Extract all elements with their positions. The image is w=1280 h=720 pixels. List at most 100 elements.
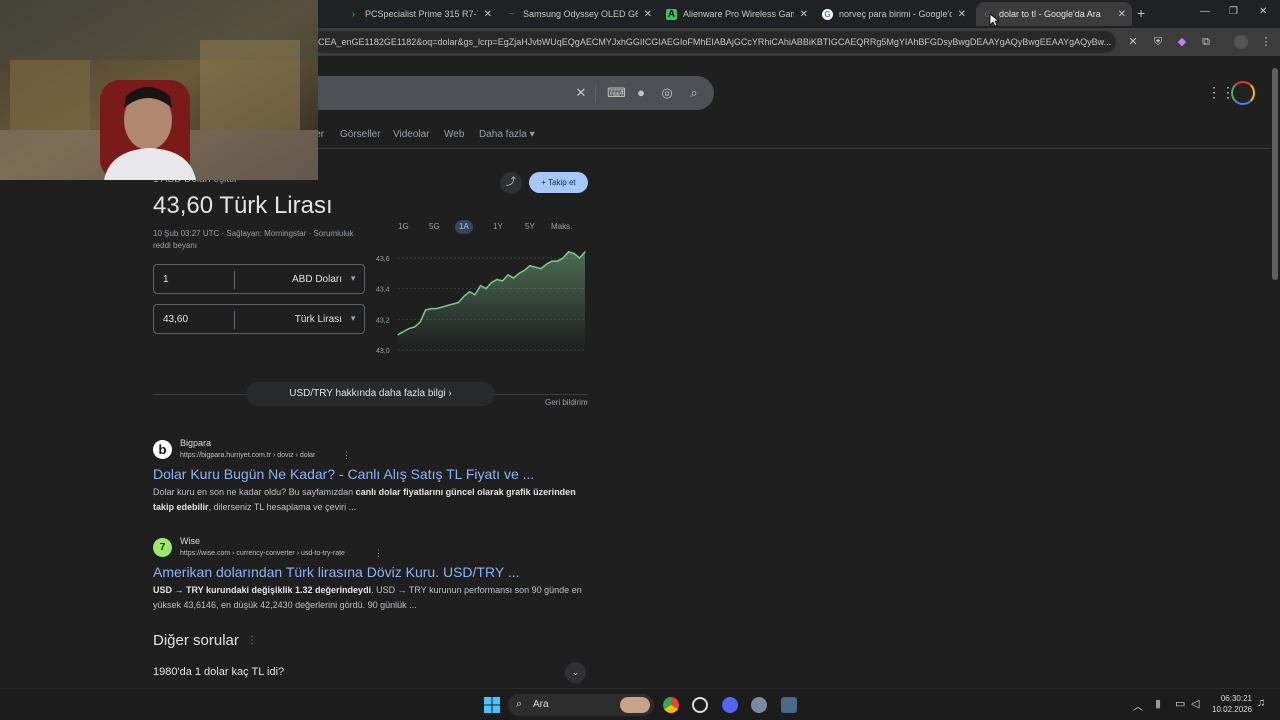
to-currency-field[interactable]: 43,60 Türk Lirası ▼ [153, 304, 365, 334]
new-tab-button[interactable]: + [1137, 5, 1145, 21]
profile-avatar[interactable] [1234, 35, 1248, 49]
chart-point [578, 257, 581, 259]
tab-images[interactable]: Görseller [340, 129, 381, 140]
to-amount-input[interactable]: 43,60 [163, 314, 188, 325]
other-questions-heading: Diğer sorular [153, 632, 239, 649]
tab-pcspecialist[interactable]: › PCSpecialist Prime 315 R7-7/16 ✕ [342, 2, 498, 26]
microphone-icon[interactable]: ● [634, 86, 648, 100]
from-currency-field[interactable]: 1 ABD Doları ▼ [153, 264, 365, 294]
exchange-rate-chart[interactable]: 43,6 43,4 43,2 43,0 [372, 246, 590, 356]
meta-line: 10 Şub 03:27 UTC · Sağlayan: Morningstar… [153, 229, 354, 238]
discord-icon[interactable] [722, 697, 738, 713]
extensions-puzzle-icon[interactable]: ⧉ [1199, 35, 1213, 49]
microphone-icon[interactable]: ▮ [1155, 697, 1161, 710]
tab-dolar-to-tl[interactable]: ◌ dolar to tl - Google'da Ara ✕ [976, 2, 1132, 26]
divider [234, 311, 235, 329]
obs-icon[interactable] [692, 697, 708, 713]
result-snippet: USD → TRY kurundaki değişiklik 1.32 değe… [153, 585, 582, 610]
close-icon[interactable]: ✕ [800, 9, 808, 20]
range-5d[interactable]: 5G [425, 220, 444, 234]
from-currency-select[interactable]: ABD Doları [292, 274, 342, 285]
network-icon[interactable]: ▭ [1175, 697, 1185, 710]
scrollbar[interactable] [1270, 56, 1280, 688]
calculator-icon[interactable] [781, 697, 797, 713]
site-name: Bigpara [180, 438, 212, 448]
shield-icon[interactable]: ⛨ [1151, 35, 1165, 49]
chevron-down-icon[interactable]: ⌄ [565, 662, 586, 683]
tab-norvec[interactable]: G norveç para birimi - Google'da ✕ [816, 2, 972, 26]
chrome-icon[interactable] [663, 697, 679, 713]
webcam-overlay [0, 0, 318, 180]
follow-button[interactable]: + Takip et [529, 172, 588, 193]
google-favicon-icon: G [822, 8, 833, 20]
menu-kebab-icon[interactable]: ⋮ [1259, 35, 1273, 49]
search-icon[interactable]: ⌕ [687, 86, 701, 100]
result-snippet: Dolar kuru en son ne kadar oldu? Bu sayf… [153, 487, 576, 512]
disclaimer-link[interactable]: reddi beyanı [153, 241, 197, 250]
close-icon[interactable]: ✕ [644, 9, 652, 20]
chart-point [490, 281, 493, 284]
taskbar-search[interactable]: ⌕ Ara [508, 694, 654, 716]
close-icon[interactable]: ✕ [1118, 9, 1126, 20]
chart-point [441, 306, 443, 308]
settings-gear-icon[interactable] [751, 697, 767, 713]
search-input[interactable]: ✕ ⌨ ● ◎ ⌕ [300, 76, 714, 110]
range-max[interactable]: Maks. [547, 220, 576, 234]
more-info-button[interactable]: USD/TRY hakkında daha fazla bilgi › [246, 382, 495, 406]
chart-point [457, 301, 460, 304]
alienware-favicon-icon: A [666, 8, 677, 20]
tab-more[interactable]: Daha fazla ▾ [479, 129, 535, 140]
restore-icon[interactable]: ❐ [1229, 6, 1238, 17]
result-link[interactable]: Amerikan dolarından Türk lirasına Döviz … [153, 564, 519, 580]
scroll-thumb[interactable] [1272, 68, 1278, 280]
extension-vpn-icon[interactable]: ✕ [1126, 35, 1140, 49]
chart-y-tick-label: 43,0 [376, 348, 390, 355]
range-1d[interactable]: 1G [394, 220, 413, 234]
clear-icon[interactable]: ✕ [574, 86, 588, 100]
more-options-icon[interactable]: ⋮ [247, 635, 257, 646]
extension-purple-icon[interactable]: ◆ [1175, 35, 1189, 49]
chart-point [474, 294, 476, 296]
chevron-down-icon: ▼ [349, 314, 357, 323]
minimize-icon[interactable]: — [1200, 6, 1210, 17]
more-options-icon[interactable]: ⋮ [374, 548, 383, 559]
result-link[interactable]: Dolar Kuru Bugün Ne Kadar? - Canlı Alış … [153, 466, 534, 482]
search-icon: ⌕ [516, 698, 523, 710]
chart-point [518, 272, 520, 274]
range-1y[interactable]: 1Y [489, 220, 507, 234]
chart-point [567, 251, 570, 253]
windows-start-icon[interactable] [484, 697, 500, 713]
clock[interactable]: 06:30:21 10.02.2026 [1212, 693, 1252, 715]
from-amount-input[interactable]: 1 [163, 274, 169, 285]
question-item[interactable]: 1980'da 1 dolar kaç TL idi? [153, 666, 284, 678]
to-currency-select[interactable]: Türk Lirası [295, 314, 342, 325]
chart-point [468, 291, 471, 293]
chart-point [463, 295, 465, 297]
account-avatar[interactable] [1231, 81, 1255, 105]
tab-videos[interactable]: Videolar [393, 129, 430, 140]
address-bar[interactable]: CEA_enGE1182GE1182&oq=dolar&gs_lcrp=EgZj… [310, 31, 1116, 53]
volume-icon[interactable]: ◁ [1191, 697, 1199, 710]
chart-point [485, 288, 487, 290]
tab-title: dolar to tl - Google'da Ara [999, 9, 1101, 19]
range-1m[interactable]: 1A [455, 220, 473, 234]
tab-alienware[interactable]: A Alienware Pro Wireless Gaming ✕ [660, 2, 814, 26]
lens-icon[interactable]: ◎ [660, 86, 674, 100]
notification-bell-icon[interactable]: ♫ [1257, 697, 1265, 709]
close-icon[interactable]: ✕ [484, 9, 492, 20]
share-icon[interactable]: ⤴ [500, 172, 522, 194]
tab-web[interactable]: Web [444, 129, 464, 140]
feedback-link[interactable]: Geri bildirim [545, 398, 588, 407]
tray-chevron-up-icon[interactable]: ︿ [1133, 698, 1143, 713]
chart-point [551, 260, 553, 262]
chart-area-fill [398, 251, 585, 350]
window-close-icon[interactable]: ✕ [1259, 6, 1267, 17]
tab-samsung[interactable]: ~ Samsung Odyssey OLED G6 G6 ✕ [500, 2, 658, 26]
bigpara-logo-icon: b [153, 440, 172, 459]
keyboard-icon[interactable]: ⌨ [607, 86, 626, 100]
close-icon[interactable]: ✕ [958, 9, 966, 20]
chart-point [424, 309, 427, 311]
range-5y[interactable]: 5Y [521, 220, 539, 234]
more-options-icon[interactable]: ⋮ [342, 450, 351, 461]
chart-point [408, 327, 410, 330]
